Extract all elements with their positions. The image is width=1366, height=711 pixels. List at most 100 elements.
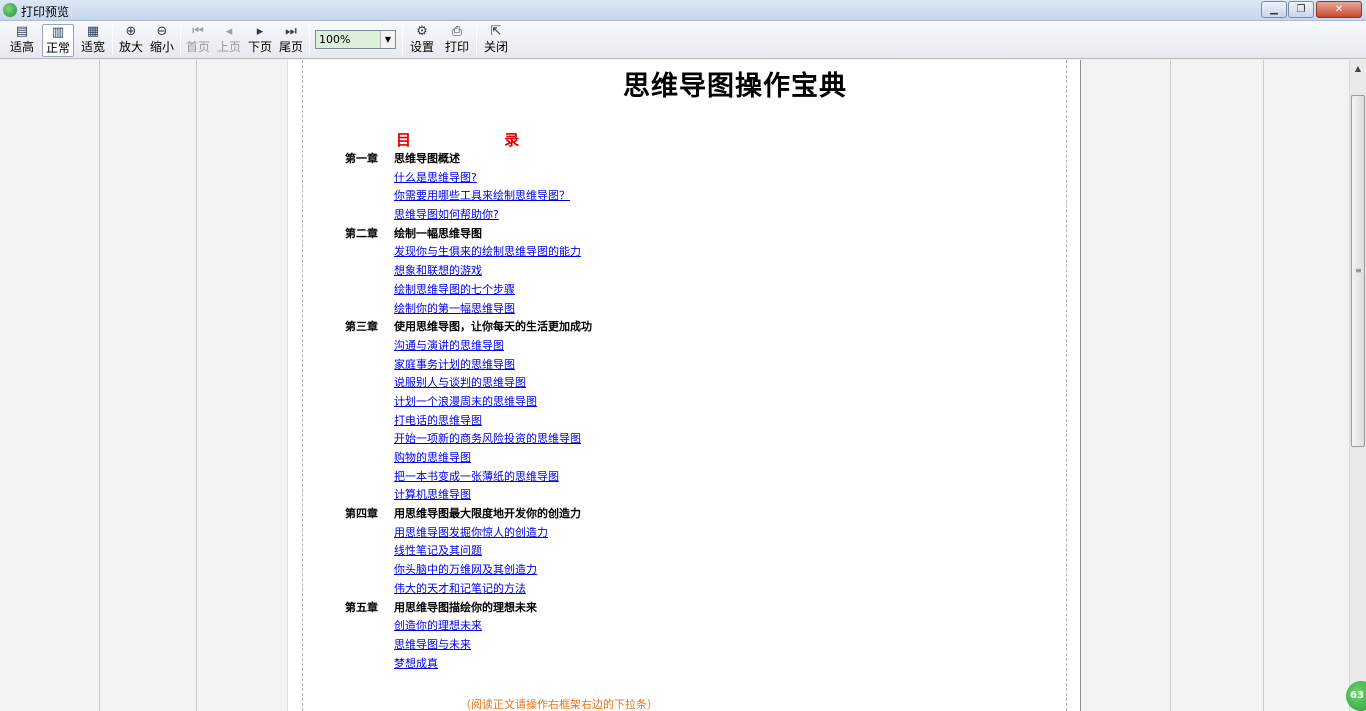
next-page-button[interactable]: ▸ 下页 [246,24,274,57]
toc-item-row: 用思维导图发掘你惊人的创造力 [345,524,945,543]
zoom-out-button[interactable]: ⊖ 缩小 [147,24,177,57]
prev-page-button[interactable]: ◂ 上页 [215,24,243,57]
toc-item-row: 购物的思维导图 [345,449,945,468]
toc-link[interactable]: 把一本书变成一张薄纸的思维导图 [394,470,559,483]
app-icon [3,3,17,17]
toc-item-row: 梦想成真 [345,655,945,674]
toc-link[interactable]: 计划一个浪漫周末的思维导图 [394,395,537,408]
toc-link[interactable]: 想象和联想的游戏 [394,264,482,277]
chapter-title: 用思维导图最大限度地开发你的创造力 [394,507,581,521]
scroll-up-icon[interactable]: ▲ [1350,60,1366,77]
toc-link[interactable]: 用思维导图发掘你惊人的创造力 [394,526,548,539]
print-button[interactable]: ⎙ 打印 [442,24,472,57]
toc-heading: 目 录 [396,131,564,149]
window-title: 打印预览 [21,5,70,19]
chevron-down-icon[interactable]: ▼ [380,31,395,48]
toc-item-row: 发现你与生俱来的绘制思维导图的能力 [345,243,945,262]
footer-note: （阅读正文请操作右框架右边的下拉条） [460,698,658,711]
toc-link[interactable]: 你头脑中的万维网及其创造力 [394,563,537,576]
close-icon: ⇱ [490,24,502,39]
chapter-title: 绘制一幅思维导图 [394,226,482,240]
toc-item-row: 创造你的理想未来 [345,617,945,636]
toc-link[interactable]: 绘制思维导图的七个步骤 [394,283,515,296]
divider [99,60,100,711]
toc-item-row: 线性笔记及其问题 [345,542,945,561]
toc-link[interactable]: 绘制你的第一幅思维导图 [394,302,515,315]
toc-link[interactable]: 打电话的思维导图 [394,414,482,427]
prev-page-icon: ◂ [225,24,233,39]
chapter-number: 第二章 [345,226,378,240]
chapter-title: 用思维导图描绘你的理想未来 [394,600,537,614]
toc-link[interactable]: 梦想成真 [394,657,438,670]
fit-height-icon: ▤ [15,24,29,39]
zoom-select[interactable]: 100% ▼ [315,30,396,49]
normal-view-icon: ▥ [51,25,65,40]
toc-item-row: 思维导图与未来 [345,636,945,655]
toc-link[interactable]: 发现你与生俱来的绘制思维导图的能力 [394,245,581,258]
fit-width-icon: ▦ [86,24,100,39]
settings-button[interactable]: ⚙ 设置 [407,24,437,57]
table-of-contents: 第一章 思维导图概述什么是思维导图? 你需要用哪些工具来绘制思维导图？ 思维导图如何帮… [345,150,945,673]
toc-item-row: 伟大的天才和记笔记的方法 [345,580,945,599]
toc-link[interactable]: 计算机思维导图 [394,488,471,501]
scroll-thumb[interactable]: ≡ [1351,95,1365,447]
maximize-button[interactable]: ❐ [1288,1,1314,18]
toc-link[interactable]: 什么是思维导图? [394,171,477,184]
chapter-number: 第五章 [345,600,378,614]
toc-chapter-row: 第五章 用思维导图描绘你的理想未来 [345,599,945,618]
minimize-button[interactable]: ▁ [1261,1,1287,18]
page-margin-guide [1066,60,1067,711]
toc-link[interactable]: 思维导图如何帮助你? [394,208,499,221]
close-window-button[interactable]: ✕ [1316,1,1362,18]
divider [1263,60,1264,711]
toc-link[interactable]: 家庭事务计划的思维导图 [394,358,515,371]
zoom-out-icon: ⊖ [156,24,168,39]
grip-icon: ≡ [1355,266,1362,275]
toc-link[interactable]: 创造你的理想未来 [394,619,482,632]
chapter-number: 第一章 [345,152,378,165]
divider [196,60,197,711]
toc-item-row: 沟通与演讲的思维导图 [345,337,945,356]
toc-link[interactable]: 开始一项新的商务风险投资的思维导图 [394,432,581,445]
toc-item-row: 你头脑中的万维网及其创造力 [345,561,945,580]
print-page: 思维导图操作宝典 目 录 第一章 思维导图概述什么是思维导图? 你需要用哪些工具来绘… [287,60,1081,711]
toc-item-row: 计算机思维导图 [345,486,945,505]
close-button[interactable]: ⇱ 关闭 [481,24,511,57]
normal-view-button[interactable]: ▥ 正常 [42,24,74,57]
zoom-in-icon: ⊕ [125,24,137,39]
last-page-icon: ⏭ [285,24,297,39]
toc-item-row: 绘制思维导图的七个步骤 [345,281,945,300]
toolbar-separator [180,25,181,55]
toolbar: ▤ 适高 ▥ 正常 ▦ 适宽 ⊕ 放大 ⊖ 缩小 ⏮ 首页 ◂ 上页 ▸ 下页 … [0,21,1366,59]
toc-item-row: 家庭事务计划的思维导图 [345,356,945,375]
fit-width-button[interactable]: ▦ 适宽 [78,24,108,57]
toc-link[interactable]: 购物的思维导图 [394,451,471,464]
vertical-scrollbar[interactable]: ▲ ≡ [1349,60,1366,711]
chapter-title: 思维导图概述 [394,152,460,165]
first-page-button[interactable]: ⏮ 首页 [184,24,212,57]
toc-item-row: 思维导图如何帮助你? [345,206,945,225]
document-title: 思维导图操作宝典 [623,71,847,102]
toolbar-separator [476,25,477,55]
zoom-value: 100% [319,33,351,46]
toc-link[interactable]: 思维导图与未来 [394,638,471,651]
toc-item-row: 说服别人与谈判的思维导图 [345,374,945,393]
preview-viewport[interactable]: 思维导图操作宝典 目 录 第一章 思维导图概述什么是思维导图? 你需要用哪些工具来绘… [0,60,1349,711]
toc-link[interactable]: 你需要用哪些工具来绘制思维导图？ [394,189,570,202]
toc-item-row: 什么是思维导图? [345,169,945,188]
toc-chapter-row: 第一章 思维导图概述 [345,150,945,169]
toc-link[interactable]: 线性笔记及其问题 [394,544,482,557]
first-page-icon: ⏮ [192,24,204,39]
toc-item-row: 打电话的思维导图 [345,412,945,431]
toc-link[interactable]: 说服别人与谈判的思维导图 [394,376,526,389]
toc-chapter-row: 第二章 绘制一幅思维导图 [345,225,945,244]
fit-height-button[interactable]: ▤ 适高 [7,24,37,57]
toc-chapter-row: 第三章 使用思维导图，让你每天的生活更加成功 [345,318,945,337]
toc-link[interactable]: 伟大的天才和记笔记的方法 [394,582,526,595]
toc-item-row: 想象和联想的游戏 [345,262,945,281]
last-page-button[interactable]: ⏭ 尾页 [277,24,305,57]
printer-icon: ⎙ [451,24,463,39]
zoom-in-button[interactable]: ⊕ 放大 [116,24,146,57]
toc-item-row: 计划一个浪漫周末的思维导图 [345,393,945,412]
toc-link[interactable]: 沟通与演讲的思维导图 [394,339,504,352]
